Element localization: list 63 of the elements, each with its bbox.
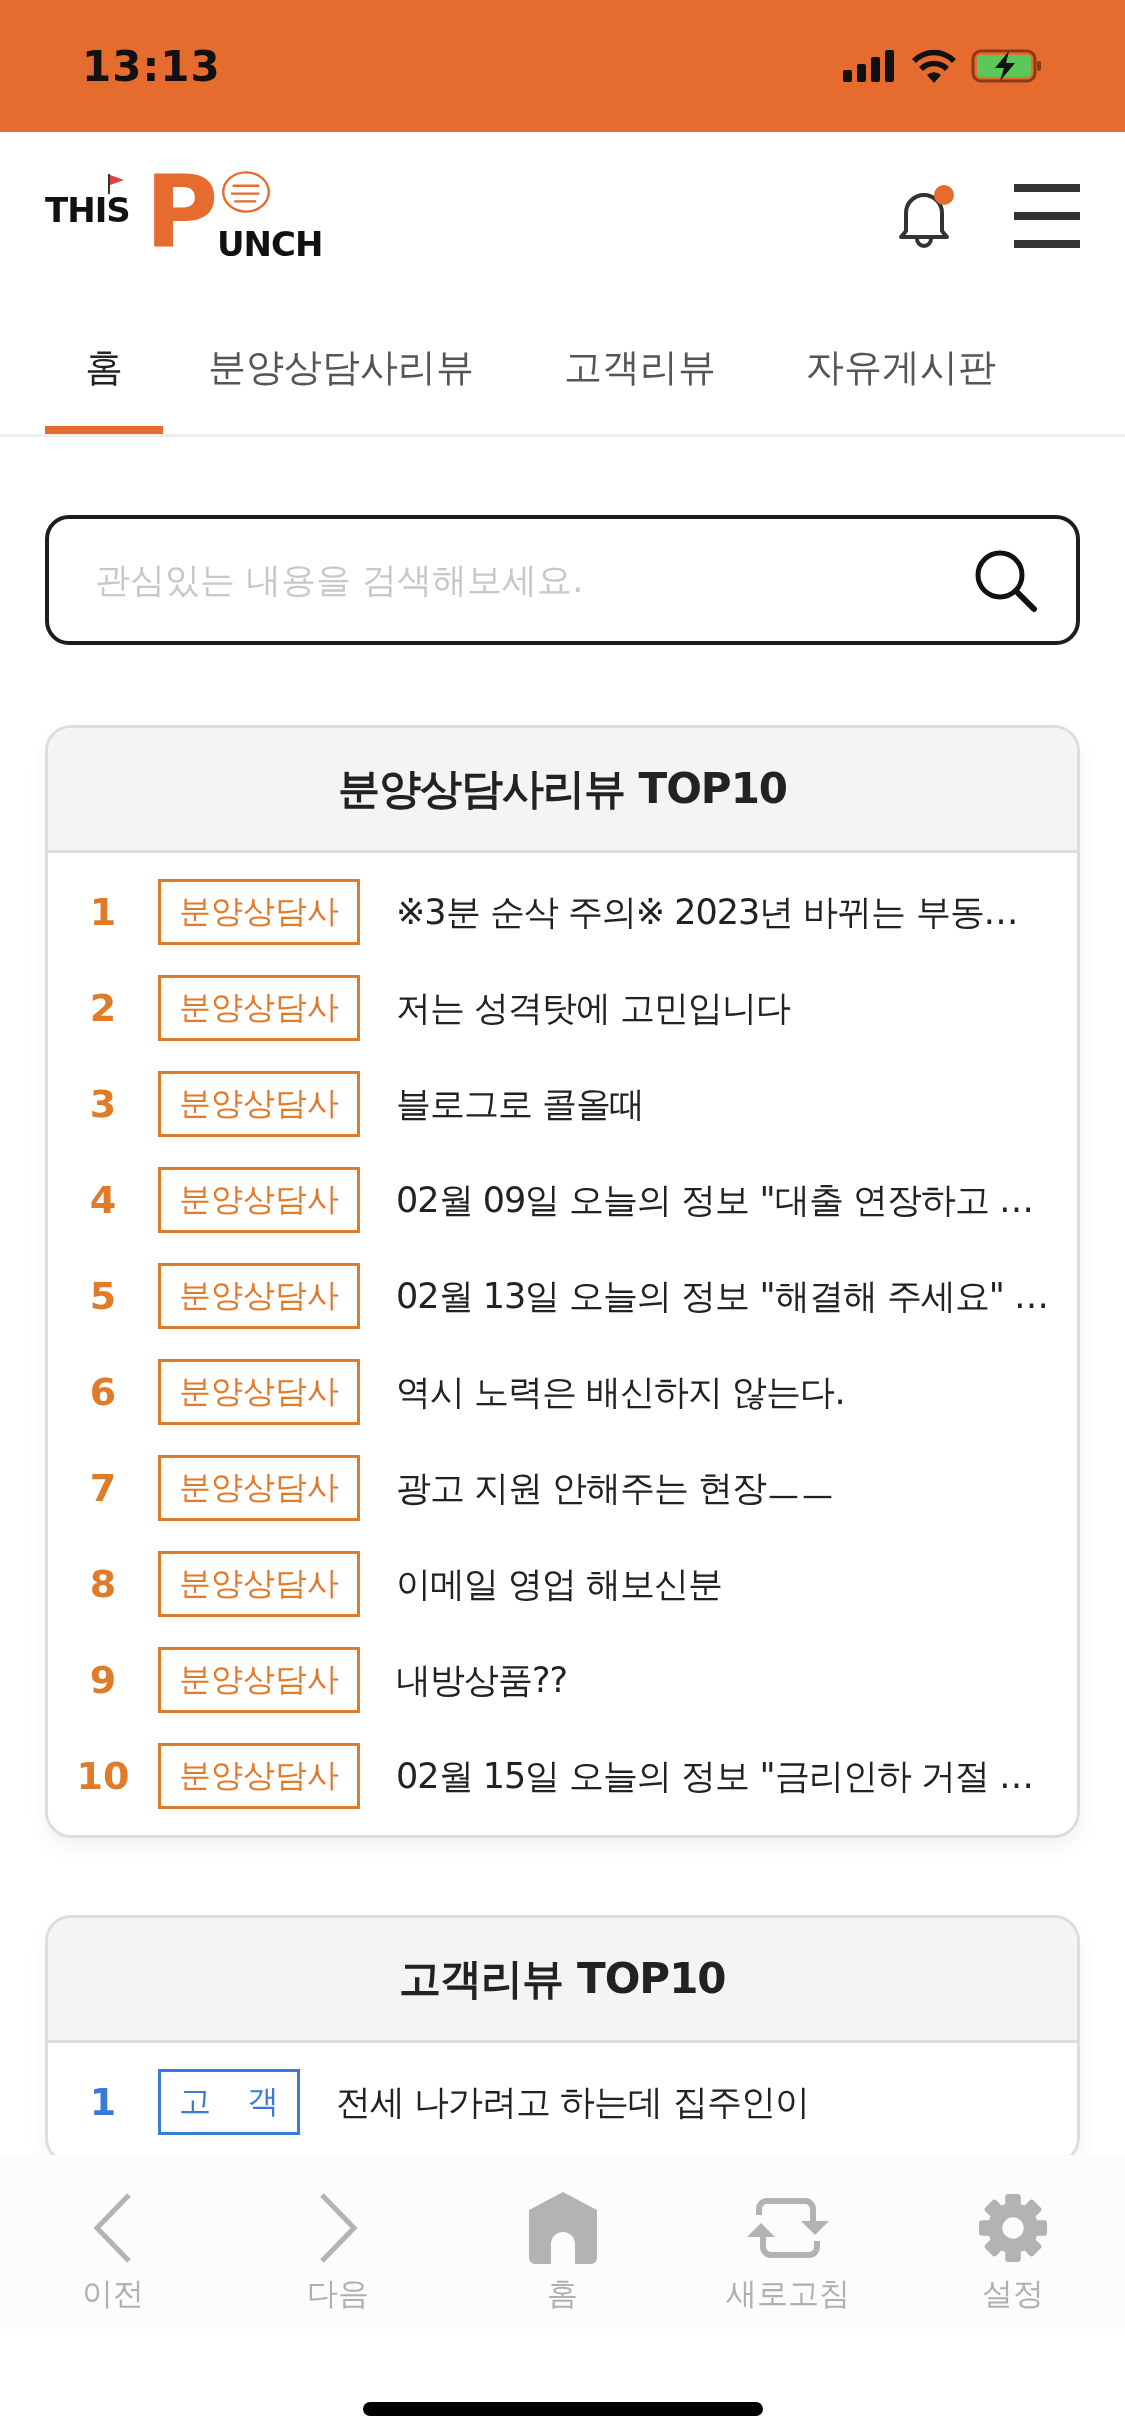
- signal-icon: [843, 50, 897, 82]
- category-tag: 분양상담사: [158, 1071, 360, 1137]
- ranking-row[interactable]: 8 분양상담사 이메일 영업 해보신분: [48, 1536, 1077, 1632]
- category-tag: 분양상담사: [158, 879, 360, 945]
- rank-number: 10: [75, 1754, 131, 1798]
- ranking-row[interactable]: 10 분양상담사 02월 15일 오늘의 정보 "금리인하 거절 …: [48, 1728, 1077, 1824]
- category-tag: 분양상담사: [158, 1743, 360, 1809]
- rank-number: 4: [88, 1178, 118, 1222]
- category-tag: 분양상담사: [158, 975, 360, 1041]
- nav-tab[interactable]: 고객리뷰: [519, 300, 761, 434]
- rank-number: 8: [88, 1562, 118, 1606]
- rank-number: 1: [88, 890, 118, 934]
- category-tag: 분양상담사: [158, 1647, 360, 1713]
- card-title: 고객리뷰 TOP10: [399, 1953, 726, 2005]
- post-title: 블로그로 콜올때: [396, 1082, 645, 1126]
- status-time: 13:13: [82, 41, 221, 91]
- post-title: 02월 13일 오늘의 정보 "해결해 주세요" …: [396, 1274, 1049, 1318]
- home-icon: [528, 2192, 597, 2264]
- nav-tab[interactable]: 홈: [45, 300, 163, 434]
- nav-tab[interactable]: 자유게시판: [761, 300, 1041, 434]
- post-title: 내방상품??: [396, 1658, 568, 1702]
- rank-number: 1: [88, 2080, 118, 2124]
- rank-number: 2: [88, 986, 118, 1030]
- ranking-row[interactable]: 1 고 객 전세 나가려고 하는데 집주인이: [48, 2054, 1077, 2150]
- post-title: ※3분 순삭 주의※ 2023년 바뀌는 부동…: [396, 890, 1018, 934]
- ranking-row[interactable]: 3 분양상담사 블로그로 콜올때: [48, 1056, 1077, 1152]
- category-tag: 분양상담사: [158, 1551, 360, 1617]
- post-title: 전세 나가려고 하는데 집주인이: [336, 2080, 809, 2124]
- rank-number: 5: [88, 1274, 118, 1318]
- ranking-row[interactable]: 6 분양상담사 역시 노력은 배신하지 않는다.: [48, 1344, 1077, 1440]
- category-tag: 고 객: [158, 2069, 301, 2135]
- chevron-right-icon: [317, 2193, 358, 2263]
- card-title: 분양상담사리뷰 TOP10: [337, 763, 788, 815]
- chevron-left-icon: [92, 2193, 133, 2263]
- category-tag: 분양상담사: [158, 1167, 360, 1233]
- flag-icon: [107, 174, 125, 194]
- category-tag: 분양상담사: [158, 1455, 360, 1521]
- rank-number: 7: [88, 1466, 118, 1510]
- ranking-row[interactable]: 9 분양상담사 내방상품??: [48, 1632, 1077, 1728]
- ranking-row[interactable]: 4 분양상담사 02월 09일 오늘의 정보 "대출 연장하고 …: [48, 1152, 1077, 1248]
- post-title: 02월 15일 오늘의 정보 "금리인하 거절 …: [396, 1754, 1033, 1798]
- post-title: 이메일 영업 해보신분: [396, 1562, 723, 1606]
- category-tag: 분양상담사: [158, 1359, 360, 1425]
- ranking-row[interactable]: 5 분양상담사 02월 13일 오늘의 정보 "해결해 주세요" …: [48, 1248, 1077, 1344]
- nav-tab[interactable]: 분양상담사리뷰: [163, 300, 519, 434]
- post-title: 02월 09일 오늘의 정보 "대출 연장하고 …: [396, 1178, 1033, 1222]
- wifi-icon: [911, 49, 957, 83]
- rank-number: 9: [88, 1658, 118, 1702]
- logo-letter: P: [145, 160, 219, 264]
- logo-text: THIS: [45, 190, 130, 230]
- ranking-row[interactable]: 2 분양상담사 저는 성격탓에 고민입니다: [48, 960, 1077, 1056]
- ranking-row[interactable]: 7 분양상담사 광고 지원 안해주는 현장ㅡㅡ: [48, 1440, 1077, 1536]
- rank-number: 3: [88, 1082, 118, 1126]
- logo-text: UNCH: [217, 224, 323, 264]
- ranking-row[interactable]: 1 분양상담사 ※3분 순삭 주의※ 2023년 바뀌는 부동…: [48, 864, 1077, 960]
- battery-charging-icon: [971, 49, 1043, 83]
- menu-button[interactable]: [1014, 184, 1080, 248]
- post-title: 저는 성격탓에 고민입니다: [396, 986, 791, 1030]
- category-tag: 분양상담사: [158, 1263, 360, 1329]
- post-title: 역시 노력은 배신하지 않는다.: [396, 1370, 845, 1414]
- settings-icon: [977, 2192, 1048, 2264]
- post-title: 광고 지원 안해주는 현장ㅡㅡ: [396, 1466, 835, 1510]
- rank-number: 6: [88, 1370, 118, 1414]
